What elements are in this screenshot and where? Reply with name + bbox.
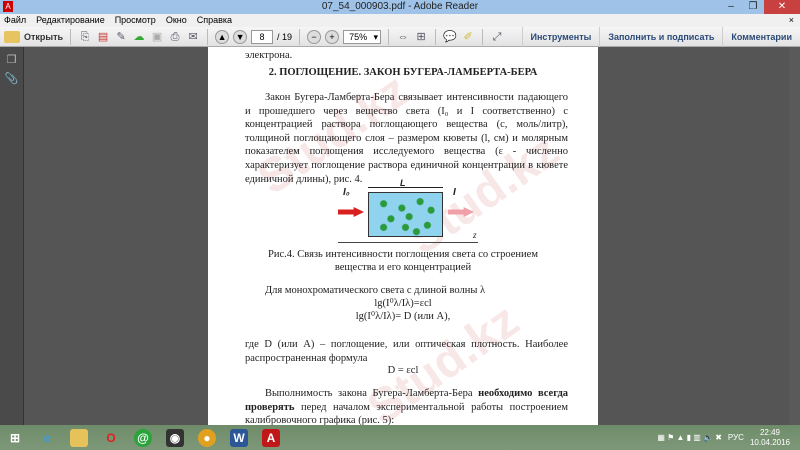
time: 22:49	[759, 427, 780, 437]
webcam-icon[interactable]: ◉	[166, 428, 184, 447]
language-indicator[interactable]: РУС	[728, 433, 744, 442]
menu-help[interactable]: Справка	[197, 14, 232, 27]
chrome-icon[interactable]: ●	[198, 428, 216, 447]
tools-link[interactable]: Инструменты	[521, 27, 600, 47]
navigation-pane: ❐ 📎	[0, 47, 24, 425]
zoom-out-button[interactable]: −	[307, 29, 322, 44]
close-button[interactable]: ✕	[764, 0, 800, 14]
comment-icon[interactable]: 💬	[443, 30, 457, 44]
close-document-button[interactable]: ×	[789, 14, 794, 27]
cuvette	[368, 192, 443, 237]
incident-arrow	[338, 207, 364, 217]
vertical-scrollbar[interactable]	[789, 47, 800, 425]
transmitted-intensity-label: I	[453, 187, 456, 198]
menu-bar: Файл Редактирование Просмотр Окно Справк…	[0, 14, 800, 27]
next-page-button[interactable]: ▼	[233, 29, 248, 44]
attachments-icon[interactable]: 📎	[0, 72, 23, 85]
internet-explorer-icon[interactable]: e	[38, 429, 56, 447]
paragraph: Выполнимость закона Бугера-Ламберта-Бера…	[245, 387, 568, 425]
paragraph: Закон Бугера-Ламберта-Бера связывает инт…	[245, 92, 568, 185]
fill-sign-link[interactable]: Заполнить и подписать	[599, 27, 722, 47]
highlight-icon[interactable]: ✐	[461, 30, 475, 44]
zoom-in-button[interactable]: +	[325, 29, 340, 44]
comments-link[interactable]: Комментарии	[722, 27, 800, 47]
create-pdf-icon[interactable]: ⎘	[78, 30, 92, 44]
tray-icons[interactable]: ▦ ⚑ ▲ ▮ ▥ 🔈 ✖	[657, 433, 722, 442]
minimize-button[interactable]: –	[720, 0, 742, 14]
restore-button[interactable]: ❐	[742, 0, 764, 14]
prev-page-button[interactable]: ▲	[215, 29, 230, 44]
fullscreen-icon[interactable]: ⤢	[490, 30, 504, 44]
open-button[interactable]: Открыть	[4, 30, 63, 43]
menu-file[interactable]: Файл	[4, 14, 26, 27]
edit-icon[interactable]: ✎	[114, 30, 128, 44]
text: перед началом экспериментальной работы п…	[245, 401, 569, 425]
prev-text: электрона.	[245, 50, 293, 61]
taskbar: ⊞ e O @ ◉ ● W A ▦ ⚑ ▲ ▮ ▥ 🔈 ✖ РУС 22:49 1…	[0, 425, 800, 450]
incident-intensity-label: I₀	[343, 187, 350, 198]
zoom-select[interactable]: 75%	[343, 29, 382, 44]
formula: lg(I⁰λ/Iλ)=εcl	[374, 298, 432, 309]
mail-agent-icon[interactable]: @	[134, 428, 152, 447]
date: 10.04.2016	[749, 437, 790, 447]
window-title: 07_54_000903.pdf - Adobe Reader	[321, 1, 479, 12]
word-icon[interactable]: W	[230, 428, 248, 447]
toolbar: Открыть ⎘ ▤ ✎ ☁ ▣ ⎙ ✉ ▲ ▼ 8 / 19 − + 75%…	[0, 27, 800, 47]
z-axis-label: z	[473, 230, 477, 240]
section-heading: 2. ПОГЛОЩЕНИЕ. ЗАКОН БУГЕРА-ЛАМБЕРТА-БЕР…	[268, 67, 538, 78]
page-total: / 19	[277, 31, 293, 42]
print-icon[interactable]: ⎙	[168, 30, 182, 44]
formula: D = εcl	[387, 365, 419, 376]
menu-view[interactable]: Просмотр	[115, 14, 156, 27]
menu-edit[interactable]: Редактирование	[36, 14, 105, 27]
system-tray: ▦ ⚑ ▲ ▮ ▥ 🔈 ✖ РУС 22:49 10.04.2016	[657, 425, 790, 450]
title-bar: A 07_54_000903.pdf - Adobe Reader – ❐ ✕	[0, 0, 800, 14]
opera-icon[interactable]: O	[102, 429, 120, 447]
paragraph: где D (или A) – поглощение, или оптическ…	[245, 339, 568, 364]
start-button[interactable]: ⊞	[6, 429, 24, 447]
page-number-input[interactable]: 8	[251, 29, 274, 44]
adobe-reader-icon: A	[3, 1, 13, 12]
upload-cloud-icon[interactable]: ☁	[132, 30, 146, 44]
paragraph: Для монохроматического света с длиной во…	[265, 285, 486, 296]
formula: lg(I⁰λ/Iλ)= D (или A),	[355, 311, 451, 322]
figure-caption: Рис.4. Связь интенсивности поглощения св…	[268, 249, 538, 273]
adobe-reader-taskbar-icon[interactable]: A	[262, 428, 280, 447]
length-label: L	[400, 178, 406, 188]
convert-pdf-icon[interactable]: ▤	[96, 30, 110, 44]
fit-page-icon[interactable]: ⇔	[396, 30, 410, 44]
email-icon[interactable]: ✉	[186, 30, 200, 44]
folder-icon	[4, 30, 20, 43]
pages-icon[interactable]: ❐	[0, 53, 23, 66]
fit-width-icon[interactable]: ⊞	[414, 30, 428, 44]
text: Выполнимость закона Бугера-Ламберта-Бера	[265, 388, 473, 399]
save-icon[interactable]: ▣	[150, 30, 164, 44]
menu-window[interactable]: Окно	[166, 14, 187, 27]
figure-diagram: L I₀ I z	[318, 178, 488, 247]
transmitted-arrow	[448, 207, 474, 217]
clock[interactable]: 22:49 10.04.2016	[750, 428, 790, 448]
file-explorer-icon[interactable]	[70, 428, 88, 447]
pdf-page: Stud.kz Stud.kz Stud.kz электрона. 2. ПО…	[208, 47, 598, 425]
